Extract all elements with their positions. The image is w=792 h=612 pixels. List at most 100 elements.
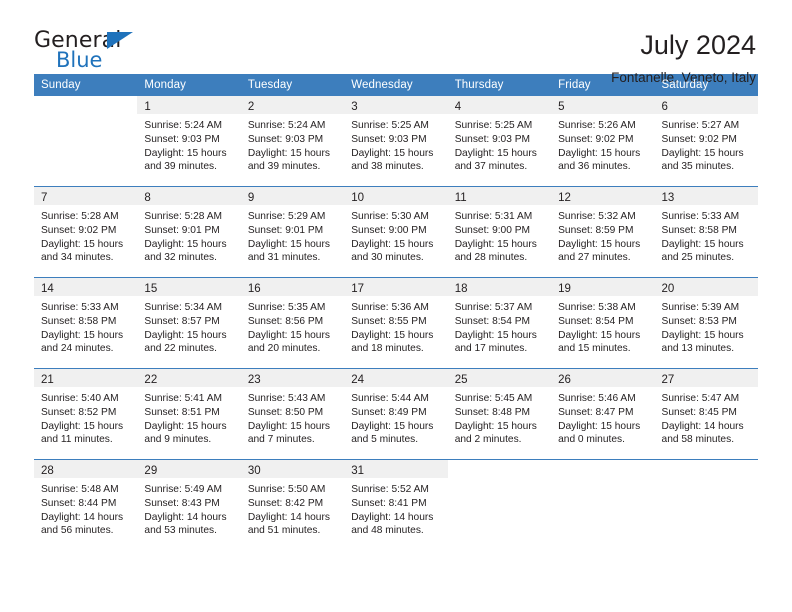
day-cell-20: 20 Sunrise: 5:39 AM Sunset: 8:53 PM Dayligh… (654, 278, 758, 368)
sunset-text: Sunset: 9:02 PM (41, 224, 117, 236)
day-cell-3: 3 Sunrise: 5:25 AM Sunset: 9:03 PM Daylight… (344, 96, 448, 186)
day-number: 22 (144, 374, 158, 386)
calendar-day-cell (447, 459, 552, 550)
day-cell-6: 6 Sunrise: 5:27 AM Sunset: 9:02 PM Daylight… (654, 96, 758, 186)
day-number: 29 (144, 465, 158, 477)
calendar-week-row: 28 Sunrise: 5:48 AM Sunset: 8:44 PM Dayligh… (34, 459, 758, 550)
calendar-day-cell[interactable]: 29 Sunrise: 5:49 AM Sunset: 8:43 PM Dayligh… (137, 459, 241, 550)
calendar-day-cell[interactable]: 6 Sunrise: 5:27 AM Sunset: 9:02 PM Daylight… (654, 96, 758, 187)
day-number: 9 (247, 192, 255, 204)
calendar-week-row: 1 Sunrise: 5:24 AM Sunset: 9:03 PM Daylight… (34, 96, 758, 187)
calendar-day-cell[interactable]: 17 Sunrise: 5:36 AM Sunset: 8:55 PM Dayligh… (344, 277, 448, 369)
calendar-day-cell[interactable]: 1 Sunrise: 5:24 AM Sunset: 9:03 PM Daylight… (137, 96, 241, 187)
day-number-band: 20 (654, 278, 758, 296)
day-number: 1 (144, 101, 151, 113)
day-number-band: 3 (344, 96, 448, 114)
calendar-day-cell (551, 459, 655, 550)
calendar-day-cell[interactable]: 5 Sunrise: 5:26 AM Sunset: 9:02 PM Daylight… (551, 96, 655, 187)
day-details (655, 478, 758, 483)
daylight-text-cont: and 58 minutes. (661, 434, 735, 446)
daylight-text: Daylight: 15 hours (144, 329, 227, 341)
calendar-day-cell[interactable]: 15 Sunrise: 5:34 AM Sunset: 8:57 PM Dayligh… (137, 277, 241, 369)
calendar-day-cell[interactable]: 22 Sunrise: 5:41 AM Sunset: 8:51 PM Dayligh… (137, 368, 241, 460)
calendar-day-cell[interactable]: 25 Sunrise: 5:45 AM Sunset: 8:48 PM Dayligh… (447, 368, 552, 460)
daylight-text-cont: and 38 minutes. (351, 161, 424, 173)
sunset-text: Sunset: 8:57 PM (144, 315, 220, 327)
calendar-day-cell[interactable]: 24 Sunrise: 5:44 AM Sunset: 8:49 PM Dayligh… (344, 368, 448, 460)
calendar-day-cell[interactable]: 9 Sunrise: 5:29 AM Sunset: 9:01 PM Daylight… (240, 186, 345, 278)
calendar-day-cell[interactable]: 19 Sunrise: 5:38 AM Sunset: 8:54 PM Dayligh… (551, 277, 655, 369)
sunset-text: Sunset: 8:45 PM (661, 406, 737, 418)
day-number-band: 21 (34, 369, 138, 387)
day-details: Sunrise: 5:52 AM Sunset: 8:41 PM Daylight:… (344, 478, 447, 538)
sunset-text: Sunset: 8:47 PM (558, 406, 634, 418)
day-cell-7: 7 Sunrise: 5:28 AM Sunset: 9:02 PM Daylight… (34, 187, 138, 277)
calendar-day-cell (654, 459, 758, 550)
sunset-text: Sunset: 8:41 PM (351, 497, 427, 509)
sunset-text: Sunset: 9:03 PM (351, 133, 427, 145)
calendar-day-cell[interactable]: 10 Sunrise: 5:30 AM Sunset: 9:00 PM Dayligh… (344, 186, 448, 278)
day-number-band: 10 (344, 187, 448, 205)
triangle-icon (107, 32, 133, 49)
sunset-text: Sunset: 8:54 PM (454, 315, 531, 327)
calendar-day-cell[interactable]: 13 Sunrise: 5:33 AM Sunset: 8:58 PM Dayligh… (654, 186, 758, 278)
calendar-day-cell[interactable]: 28 Sunrise: 5:48 AM Sunset: 8:44 PM Dayligh… (34, 459, 138, 550)
day-details: Sunrise: 5:40 AM Sunset: 8:52 PM Daylight:… (34, 387, 137, 447)
day-number-band (551, 460, 654, 478)
day-number-band: 22 (137, 369, 241, 387)
sunrise-text: Sunrise: 5:45 AM (454, 393, 533, 404)
sunset-text: Sunset: 8:58 PM (661, 224, 737, 236)
calendar-day-cell[interactable]: 3 Sunrise: 5:25 AM Sunset: 9:03 PM Daylight… (344, 96, 448, 187)
sunset-text: Sunset: 9:00 PM (351, 224, 427, 236)
day-details (34, 114, 137, 119)
calendar-day-cell[interactable]: 21 Sunrise: 5:40 AM Sunset: 8:52 PM Dayligh… (34, 368, 138, 460)
sunrise-text: Sunrise: 5:27 AM (661, 120, 740, 131)
daylight-text-cont: and 27 minutes. (558, 252, 631, 264)
daylight-text-cont: and 37 minutes. (454, 161, 528, 173)
calendar-day-cell[interactable]: 16 Sunrise: 5:35 AM Sunset: 8:56 PM Dayligh… (240, 277, 345, 369)
calendar-day-cell[interactable]: 20 Sunrise: 5:39 AM Sunset: 8:53 PM Dayligh… (654, 277, 758, 369)
day-number-band: 19 (551, 278, 655, 296)
calendar-day-cell[interactable]: 7 Sunrise: 5:28 AM Sunset: 9:02 PM Daylight… (34, 186, 138, 278)
day-details: Sunrise: 5:33 AM Sunset: 8:58 PM Daylight:… (34, 296, 137, 356)
sunset-text: Sunset: 8:53 PM (661, 315, 737, 327)
day-cell-2: 2 Sunrise: 5:24 AM Sunset: 9:03 PM Daylight… (240, 96, 345, 186)
day-number-band: 26 (551, 369, 655, 387)
day-number: 8 (144, 192, 151, 204)
calendar-day-cell[interactable]: 8 Sunrise: 5:28 AM Sunset: 9:01 PM Daylight… (137, 186, 241, 278)
calendar-day-cell[interactable]: 4 Sunrise: 5:25 AM Sunset: 9:03 PM Daylight… (447, 96, 552, 187)
calendar-day-cell[interactable]: 27 Sunrise: 5:47 AM Sunset: 8:45 PM Dayligh… (654, 368, 758, 460)
day-details: Sunrise: 5:25 AM Sunset: 9:03 PM Daylight:… (448, 114, 551, 174)
sunrise-text: Sunrise: 5:43 AM (247, 393, 326, 404)
daylight-text: Daylight: 15 hours (351, 147, 434, 159)
calendar-day-cell[interactable]: 11 Sunrise: 5:31 AM Sunset: 9:00 PM Dayligh… (447, 186, 552, 278)
day-cell-27: 27 Sunrise: 5:47 AM Sunset: 8:45 PM Dayligh… (654, 369, 758, 459)
day-number-band: 17 (344, 278, 448, 296)
sunset-text: Sunset: 8:42 PM (247, 497, 324, 509)
day-cell-29: 29 Sunrise: 5:49 AM Sunset: 8:43 PM Dayligh… (137, 460, 241, 550)
calendar-page: General Blue July 2024 Fontanelle, Venet… (0, 0, 792, 612)
daylight-text-cont: and 35 minutes. (661, 161, 735, 173)
day-details: Sunrise: 5:50 AM Sunset: 8:42 PM Daylight:… (241, 478, 344, 538)
day-number-band (655, 460, 758, 478)
day-number: 18 (454, 283, 468, 295)
day-number-band: 29 (137, 460, 241, 478)
day-number: 13 (661, 192, 675, 204)
calendar-day-cell[interactable]: 18 Sunrise: 5:37 AM Sunset: 8:54 PM Dayligh… (447, 277, 552, 369)
calendar-day-cell[interactable]: 23 Sunrise: 5:43 AM Sunset: 8:50 PM Dayligh… (240, 368, 345, 460)
weekday-header-sunday: Sunday (34, 74, 138, 96)
day-cell-31: 31 Sunrise: 5:52 AM Sunset: 8:41 PM Dayligh… (344, 460, 448, 550)
day-cell-22: 22 Sunrise: 5:41 AM Sunset: 8:51 PM Dayligh… (137, 369, 241, 459)
day-details: Sunrise: 5:25 AM Sunset: 9:03 PM Daylight:… (344, 114, 447, 174)
page-title: July 2024 (640, 30, 756, 60)
calendar-day-cell[interactable]: 30 Sunrise: 5:50 AM Sunset: 8:42 PM Dayligh… (240, 459, 345, 550)
general-blue-logo[interactable]: General Blue (34, 30, 142, 76)
day-details: Sunrise: 5:43 AM Sunset: 8:50 PM Daylight:… (241, 387, 344, 447)
calendar-day-cell[interactable]: 26 Sunrise: 5:46 AM Sunset: 8:47 PM Dayligh… (551, 368, 655, 460)
sunrise-text: Sunrise: 5:39 AM (661, 302, 740, 313)
calendar-day-cell[interactable]: 14 Sunrise: 5:33 AM Sunset: 8:58 PM Dayligh… (34, 277, 138, 369)
calendar-day-cell[interactable]: 2 Sunrise: 5:24 AM Sunset: 9:03 PM Daylight… (240, 96, 345, 187)
calendar-day-cell[interactable]: 12 Sunrise: 5:32 AM Sunset: 8:59 PM Dayligh… (551, 186, 655, 278)
calendar-day-cell[interactable]: 31 Sunrise: 5:52 AM Sunset: 8:41 PM Dayligh… (344, 459, 448, 550)
day-cell-5: 5 Sunrise: 5:26 AM Sunset: 9:02 PM Daylight… (551, 96, 655, 186)
